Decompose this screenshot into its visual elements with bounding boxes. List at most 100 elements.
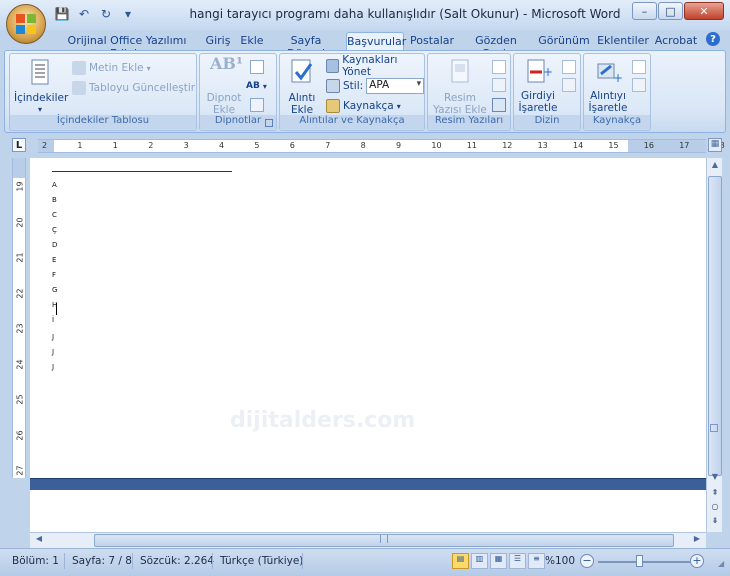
- svg-text:+: +: [613, 71, 622, 85]
- tab-genuine-office[interactable]: Orijinal Office Yazılımı Edinin: [52, 32, 202, 60]
- browse-object-icon[interactable]: ○: [708, 502, 722, 514]
- insert-endnote-icon[interactable]: [250, 60, 264, 74]
- manage-sources-icon: [326, 59, 340, 73]
- tab-view[interactable]: Görünüm: [538, 32, 590, 50]
- view-ruler-icon[interactable]: ▦: [708, 138, 722, 152]
- office-button[interactable]: [6, 4, 46, 44]
- vruler-number: 24: [15, 358, 25, 370]
- next-page-icon[interactable]: ⇟: [708, 516, 722, 528]
- vruler-number: 25: [15, 394, 25, 405]
- add-text-button[interactable]: Metin Ekle ▾: [72, 60, 151, 76]
- toc-button[interactable]: İçindekiler ▾: [14, 58, 68, 116]
- insert-table-figures-icon[interactable]: [492, 60, 506, 74]
- bibliography-button[interactable]: Kaynakça ▾: [326, 98, 401, 114]
- ribbon-tabs: Orijinal Office Yazılımı Edinin Giriş Ek…: [0, 30, 730, 60]
- resize-grip-icon[interactable]: ◢: [718, 559, 728, 569]
- zoom-out-icon[interactable]: −: [580, 554, 594, 568]
- horizontal-ruler-row: L 21123456789101112131415161718 ▦: [8, 138, 725, 154]
- document-page[interactable]: dijitalders.com ABCÇDEFGHİJJJ: [30, 158, 706, 478]
- document-list-item: B: [52, 196, 57, 204]
- outline-view-icon[interactable]: ☰: [509, 553, 526, 569]
- show-notes-icon[interactable]: [250, 98, 264, 112]
- zoom-slider-thumb[interactable]: [636, 555, 643, 567]
- close-button[interactable]: ✕: [684, 2, 724, 20]
- mark-entry-button[interactable]: + Girdiyi İşaretle: [516, 58, 560, 114]
- vertical-scrollbar[interactable]: ▲ ▼ ⇞ ○ ⇟: [706, 158, 722, 532]
- tab-mailings[interactable]: Postalar: [410, 32, 454, 50]
- insert-toa-icon[interactable]: [632, 60, 646, 74]
- office-logo-icon: [16, 14, 36, 34]
- zoom-in-icon[interactable]: +: [690, 554, 704, 568]
- vruler-number: 26: [15, 429, 25, 441]
- update-index-icon[interactable]: [562, 78, 576, 92]
- bibliography-label: Kaynakça: [343, 100, 394, 112]
- status-language[interactable]: Türkçe (Türkiye): [220, 555, 303, 567]
- document-list-item: İ: [52, 316, 55, 324]
- tab-page-layout[interactable]: Sayfa Düzeni: [272, 32, 340, 60]
- scroll-right-icon[interactable]: ▶: [690, 534, 704, 548]
- ruler-number: 13: [537, 141, 548, 150]
- horizontal-scrollbar[interactable]: ◀ ▶: [30, 532, 706, 548]
- style-select[interactable]: APA: [366, 78, 425, 94]
- vruler-number: 21: [15, 252, 25, 263]
- tab-home[interactable]: Giriş: [204, 32, 232, 50]
- insert-caption-button[interactable]: Resim Yazısı Ekle: [432, 58, 488, 116]
- print-layout-icon[interactable]: ▤: [452, 553, 469, 569]
- manage-sources-button[interactable]: Kaynakları Yönet: [326, 54, 424, 78]
- update-table-icon: [72, 81, 86, 95]
- tab-selector-icon[interactable]: L: [12, 138, 26, 152]
- insert-caption-icon: [446, 58, 474, 86]
- style-label: Stil:: [343, 80, 364, 92]
- mark-citation-button[interactable]: + Alıntıyı İşaretle: [586, 58, 630, 114]
- footnote-dialog-launcher-icon[interactable]: [265, 119, 273, 127]
- split-bar[interactable]: [30, 478, 706, 490]
- document-list-item: J: [52, 348, 55, 356]
- maximize-button[interactable]: □: [658, 2, 683, 20]
- horizontal-rule: [52, 171, 232, 172]
- zoom-level[interactable]: %100: [545, 555, 575, 567]
- web-layout-icon[interactable]: ▦: [490, 553, 507, 569]
- group-label-citations: Alıntılar ve Kaynakça: [280, 115, 424, 129]
- update-table-figures-icon[interactable]: [492, 78, 506, 92]
- group-label-index: Dizin: [514, 115, 580, 129]
- mark-entry-label: Girdiyi İşaretle: [518, 90, 558, 114]
- update-toa-icon[interactable]: [632, 78, 646, 92]
- vruler-number: 23: [15, 323, 25, 334]
- ruler-number: 2: [148, 141, 154, 150]
- cross-reference-icon[interactable]: [492, 98, 506, 112]
- horizontal-ruler[interactable]: 21123456789101112131415161718: [38, 139, 725, 153]
- tab-insert[interactable]: Ekle: [238, 32, 266, 50]
- full-screen-reading-icon[interactable]: ▥: [471, 553, 488, 569]
- vertical-ruler[interactable]: 19 20 21 22 23 24 25 26 27: [12, 158, 26, 478]
- tab-review[interactable]: Gözden Geçir: [460, 32, 532, 60]
- scroll-up-icon[interactable]: ▲: [708, 160, 722, 174]
- group-index: + Girdiyi İşaretle Dizin: [513, 53, 581, 131]
- scroll-down-icon[interactable]: ▼: [708, 472, 722, 486]
- tab-references[interactable]: Başvurular: [346, 32, 406, 50]
- vruler-number: 20: [15, 216, 25, 228]
- status-section[interactable]: Bölüm: 1: [12, 555, 59, 567]
- insert-footnote-button[interactable]: AB¹ Dipnot Ekle: [202, 56, 246, 117]
- next-footnote-button[interactable]: AB ▾: [246, 78, 267, 94]
- ruler-number: 2: [42, 141, 48, 150]
- zoom-slider[interactable]: [598, 561, 690, 563]
- update-table-button[interactable]: Tabloyu Güncelleştir: [72, 80, 195, 96]
- insert-index-icon[interactable]: [562, 60, 576, 74]
- mark-entry-icon: +: [524, 58, 553, 86]
- document-list-item: D: [52, 241, 58, 249]
- add-text-label: Metin Ekle: [89, 62, 144, 74]
- tab-add-ins[interactable]: Eklentiler: [596, 32, 650, 50]
- document-list-item: E: [52, 256, 57, 264]
- draft-view-icon[interactable]: ≡: [528, 553, 545, 569]
- add-text-icon: [72, 61, 86, 75]
- window-title: hangi tarayıcı programı daha kullanışlıd…: [189, 7, 621, 21]
- scroll-left-icon[interactable]: ◀: [32, 534, 46, 548]
- help-icon[interactable]: ?: [706, 32, 720, 46]
- minimize-button[interactable]: –: [632, 2, 657, 20]
- document-page-lower[interactable]: [30, 490, 706, 532]
- status-page[interactable]: Sayfa: 7 / 8: [72, 555, 132, 567]
- tab-acrobat[interactable]: Acrobat: [654, 32, 698, 50]
- bibliography-icon: [326, 99, 340, 113]
- previous-page-icon[interactable]: ⇞: [708, 488, 722, 500]
- status-words[interactable]: Sözcük: 2.264: [140, 555, 214, 567]
